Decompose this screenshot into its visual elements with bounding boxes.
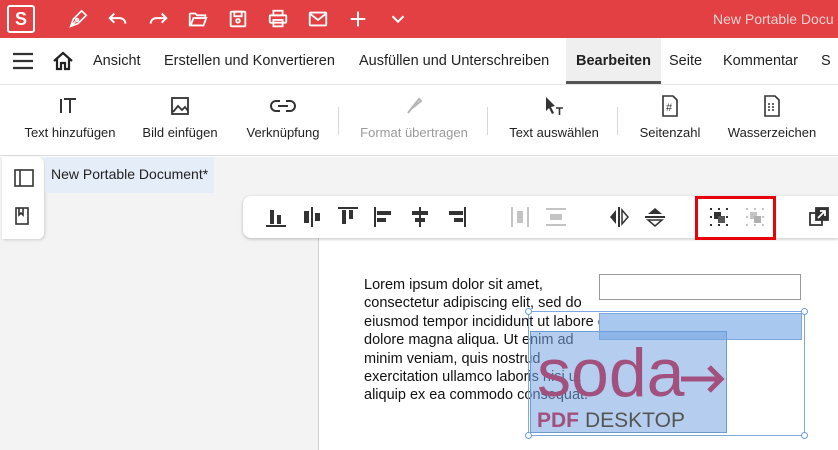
title-bar: S New Portable Docu (0, 0, 838, 38)
resize-handle[interactable] (525, 308, 532, 315)
open-folder-icon[interactable] (186, 7, 210, 31)
format-painter-button[interactable]: Format übertragen (356, 85, 472, 155)
svg-text:#: # (666, 102, 673, 114)
resize-handle[interactable] (801, 432, 808, 439)
mail-icon[interactable] (306, 7, 330, 31)
tab-more[interactable]: S (821, 38, 831, 84)
link-icon (270, 95, 296, 117)
app-logo[interactable]: S (7, 5, 35, 33)
bookmark-icon[interactable] (14, 207, 34, 227)
resize-handle[interactable] (801, 308, 808, 315)
print-icon[interactable] (266, 7, 290, 31)
chevron-down-icon[interactable] (386, 7, 410, 31)
format-painter-icon (404, 95, 424, 117)
selection-frame (528, 311, 805, 436)
home-icon[interactable] (52, 51, 74, 71)
resize-handle[interactable] (525, 432, 532, 439)
distribute-horizontal-icon[interactable] (508, 205, 532, 229)
ribbon-separator (617, 107, 618, 135)
pen-icon[interactable] (66, 7, 90, 31)
ribbon-separator (338, 107, 339, 135)
flip-horizontal-icon[interactable] (607, 205, 631, 229)
insert-image-button[interactable]: Bild einfügen (137, 85, 223, 155)
flip-vertical-icon[interactable] (643, 205, 667, 229)
add-text-icon (59, 95, 81, 117)
tab-bearbeiten[interactable]: Bearbeiten (566, 38, 661, 84)
tab-erstellen-und-konvertieren[interactable]: Erstellen und Konvertieren (164, 38, 335, 84)
tab-ansicht[interactable]: Ansicht (93, 38, 141, 84)
distribute-vertical-icon[interactable] (544, 205, 568, 229)
window-title: New Portable Docu (713, 11, 834, 27)
link-button[interactable]: Verknüpfung (240, 85, 326, 155)
hamburger-menu-icon[interactable] (12, 52, 34, 70)
tab-seite[interactable]: Seite (669, 38, 702, 84)
image-icon (170, 95, 190, 117)
left-rail (2, 157, 44, 239)
align-horizontal-center-icon[interactable] (408, 205, 432, 229)
page-number-button[interactable]: # Seitenzahl (634, 85, 706, 155)
tab-ausfuellen-und-unterschreiben[interactable]: Ausfüllen und Unterschreiben (359, 38, 549, 84)
select-text-button[interactable]: Text auswählen (504, 85, 604, 155)
redo-icon[interactable] (146, 7, 170, 31)
align-right-icon[interactable] (444, 205, 468, 229)
page-number-icon: # (661, 95, 679, 117)
ribbon-toolbar: Text hinzufügen Bild einfügen Verknüpfun… (0, 84, 838, 156)
menu-bar: Ansicht Erstellen und Konvertieren Ausfü… (0, 38, 838, 84)
highlight-annotation (695, 196, 776, 240)
select-text-icon (543, 95, 565, 117)
align-vertical-center-icon[interactable] (300, 205, 324, 229)
tab-kommentar[interactable]: Kommentar (723, 38, 798, 84)
align-left-icon[interactable] (372, 205, 396, 229)
ribbon-separator (487, 107, 488, 135)
bring-forward-icon[interactable] (807, 205, 831, 229)
watermark-button[interactable]: Wasserzeichen (722, 85, 822, 155)
align-top-icon[interactable] (336, 205, 360, 229)
align-bottom-icon[interactable] (264, 205, 288, 229)
plus-icon[interactable] (346, 7, 370, 31)
undo-icon[interactable] (106, 7, 130, 31)
watermark-icon (763, 95, 781, 117)
sidebar-panel-icon[interactable] (14, 169, 34, 189)
save-icon[interactable] (226, 7, 250, 31)
document-tab[interactable]: New Portable Document* (45, 157, 214, 193)
form-text-field[interactable] (599, 274, 801, 300)
add-text-button[interactable]: Text hinzufügen (20, 85, 120, 155)
